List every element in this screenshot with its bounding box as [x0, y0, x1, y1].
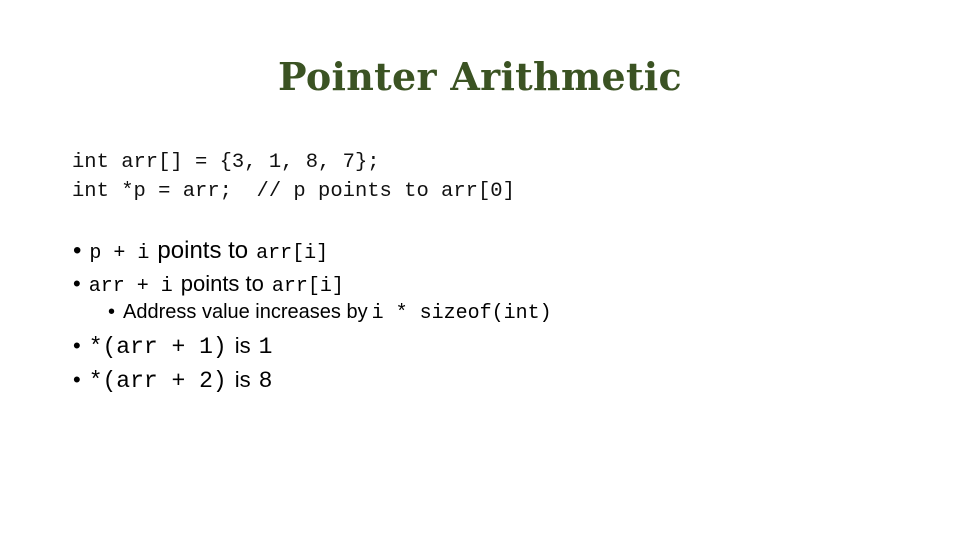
bullet-icon: • [73, 333, 81, 358]
inline-code: arr[i] [256, 242, 329, 265]
sub-bullet-item: • Address value increases by i * sizeof(… [108, 301, 552, 325]
inline-code: arr[i] [271, 275, 344, 298]
slide-title: Pointer Arithmetic [278, 54, 682, 99]
code-block: int arr[] = {3, 1, 8, 7}; int *p = arr; /… [72, 148, 515, 206]
bullet-icon: • [73, 237, 82, 264]
bullet-item: • p + i points to arr[i] [73, 237, 328, 265]
bullet-item: • arr + i points to arr[i] [73, 271, 344, 298]
inline-code: 8 [258, 368, 273, 394]
bullet-text: points to [157, 237, 249, 264]
code-line: int arr[] = {3, 1, 8, 7}; [72, 151, 380, 174]
code-line: int *p = arr; // p points to arr[0] [72, 180, 515, 203]
bullet-icon: • [108, 301, 116, 323]
bullet-text: is [234, 333, 251, 358]
bullet-icon: • [73, 271, 81, 296]
inline-code: 1 [258, 334, 273, 360]
inline-code: *(arr + 2) [88, 368, 227, 394]
bullet-item: • *(arr + 2) is 8 [73, 367, 272, 394]
inline-code: *(arr + 1) [88, 334, 227, 360]
bullet-text: Address value increases by [123, 301, 368, 323]
inline-code: i * sizeof(int) [371, 302, 552, 325]
bullet-text: is [234, 367, 251, 392]
inline-code: p + i [89, 242, 150, 265]
inline-code: arr + i [88, 275, 173, 298]
bullet-icon: • [73, 367, 81, 392]
bullet-item: • *(arr + 1) is 1 [73, 333, 272, 360]
bullet-text: points to [180, 271, 264, 296]
